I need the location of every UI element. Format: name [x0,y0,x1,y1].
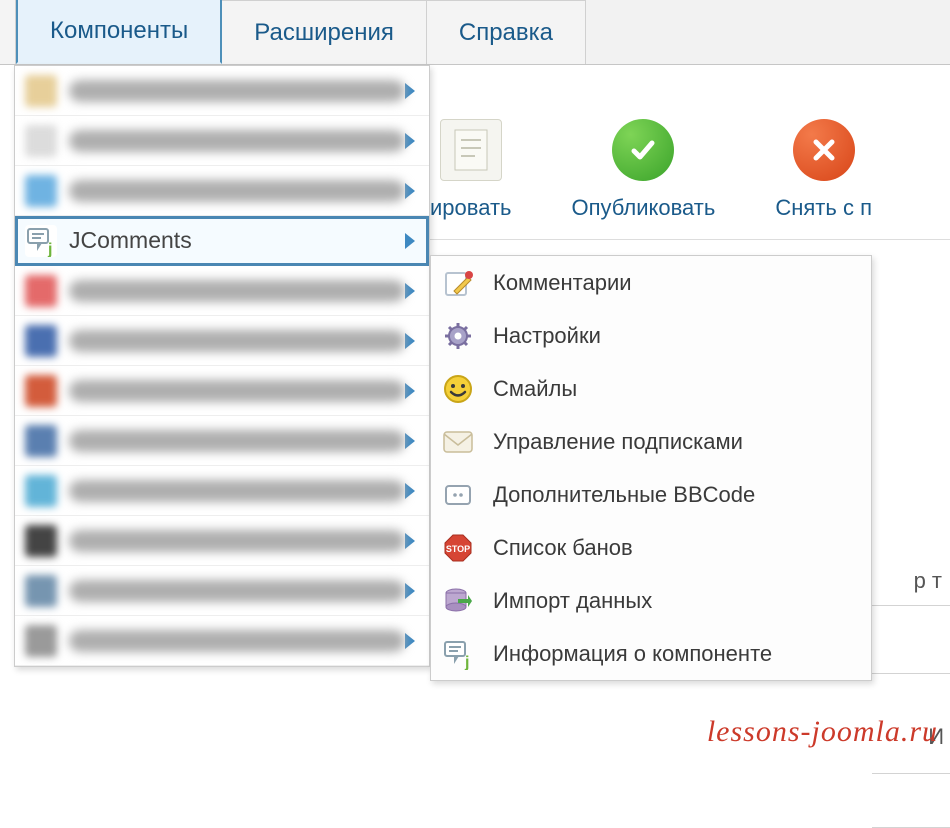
dropdown-item[interactable] [15,366,429,416]
submenu-item-label: Настройки [493,323,601,349]
menubar-left-edge [0,0,16,64]
submenu-item-label: Смайлы [493,376,577,402]
dropdown-item-label [69,380,405,402]
bbcode-icon [441,478,475,512]
submenu-banlist[interactable]: STOP Список банов [431,521,871,574]
chevron-right-icon [405,433,415,449]
action-toolbar: ировать Опубликовать Снять с п [430,100,950,240]
jcomments-submenu: Комментарии Настройки Смайлы Управление … [430,255,872,681]
submenu-item-label: Информация о компоненте [493,641,772,667]
chevron-right-icon [405,83,415,99]
component-icon [25,325,57,357]
check-circle-icon [612,119,674,181]
edit-button-label: ировать [430,195,512,221]
submenu-item-label: Управление подписками [493,429,743,455]
dropdown-item-label: JComments [69,227,405,254]
chevron-right-icon [405,533,415,549]
submenu-bbcode[interactable]: Дополнительные BBCode [431,468,871,521]
dropdown-item[interactable] [15,616,429,666]
dropdown-item[interactable] [15,316,429,366]
component-icon [25,175,57,207]
dropdown-item[interactable] [15,516,429,566]
smiley-icon [441,372,475,406]
dropdown-item[interactable] [15,466,429,516]
stop-icon: STOP [441,531,475,565]
component-icon [25,575,57,607]
svg-text:j: j [47,241,52,257]
submenu-about[interactable]: j Информация о компоненте [431,627,871,680]
import-icon [441,584,475,618]
submenu-item-label: Комментарии [493,270,632,296]
chevron-right-icon [405,283,415,299]
chevron-right-icon [405,383,415,399]
component-icon [25,625,57,657]
publish-button-label: Опубликовать [572,195,716,221]
component-icon [25,525,57,557]
submenu-item-label: Дополнительные BBCode [493,482,755,508]
submenu-subscriptions[interactable]: Управление подписками [431,415,871,468]
dropdown-item[interactable] [15,166,429,216]
unpublish-button-label: Снять с п [775,195,872,221]
page-icon [440,119,502,181]
menu-help-label: Справка [459,19,553,47]
dropdown-item-label [69,280,405,302]
dropdown-item-label [69,180,405,202]
publish-button[interactable]: Опубликовать [572,119,716,221]
dropdown-item-label [69,530,405,552]
chevron-right-icon [405,633,415,649]
component-icon [25,425,57,457]
dropdown-item-label [69,480,405,502]
menu-help[interactable]: Справка [427,0,586,64]
component-icon [25,125,57,157]
watermark-text: lessons-joomla.ru [707,715,938,749]
main-menubar: Компоненты Расширения Справка [0,0,950,65]
gear-icon [441,319,475,353]
dropdown-item[interactable] [15,416,429,466]
component-icon [25,475,57,507]
chevron-right-icon [405,483,415,499]
component-icon [25,75,57,107]
chevron-right-icon [405,183,415,199]
component-icon [25,375,57,407]
submenu-item-label: Импорт данных [493,588,652,614]
bg-text-1: р т [914,568,942,594]
submenu-item-label: Список банов [493,535,633,561]
envelope-icon [441,425,475,459]
dropdown-item-label [69,130,405,152]
components-dropdown: j JComments [14,65,430,667]
chevron-right-icon [405,583,415,599]
chevron-right-icon [405,133,415,149]
menu-components-label: Компоненты [50,17,188,45]
svg-text:j: j [464,654,469,670]
dropdown-item[interactable] [15,266,429,316]
submenu-settings[interactable]: Настройки [431,309,871,362]
dropdown-item-label [69,80,405,102]
dropdown-item-label [69,580,405,602]
submenu-smilies[interactable]: Смайлы [431,362,871,415]
unpublish-button[interactable]: Снять с п [775,119,872,221]
chevron-right-icon [405,333,415,349]
submenu-comments[interactable]: Комментарии [431,256,871,309]
component-icon [25,275,57,307]
dropdown-item[interactable] [15,566,429,616]
dropdown-item-label [69,330,405,352]
dropdown-item[interactable] [15,66,429,116]
edit-note-icon [441,266,475,300]
svg-text:STOP: STOP [446,544,470,554]
submenu-import[interactable]: Импорт данных [431,574,871,627]
edit-button[interactable]: ировать [430,119,512,221]
dropdown-item-jcomments[interactable]: j JComments [15,216,429,266]
info-icon: j [441,637,475,671]
chevron-right-icon [405,233,415,249]
dropdown-item[interactable] [15,116,429,166]
cancel-circle-icon [793,119,855,181]
dropdown-item-label [69,630,405,652]
dropdown-item-label [69,430,405,452]
menu-extensions-label: Расширения [254,19,394,47]
jcomments-icon: j [25,225,57,257]
menu-components[interactable]: Компоненты [16,0,222,64]
menu-extensions[interactable]: Расширения [222,0,427,64]
